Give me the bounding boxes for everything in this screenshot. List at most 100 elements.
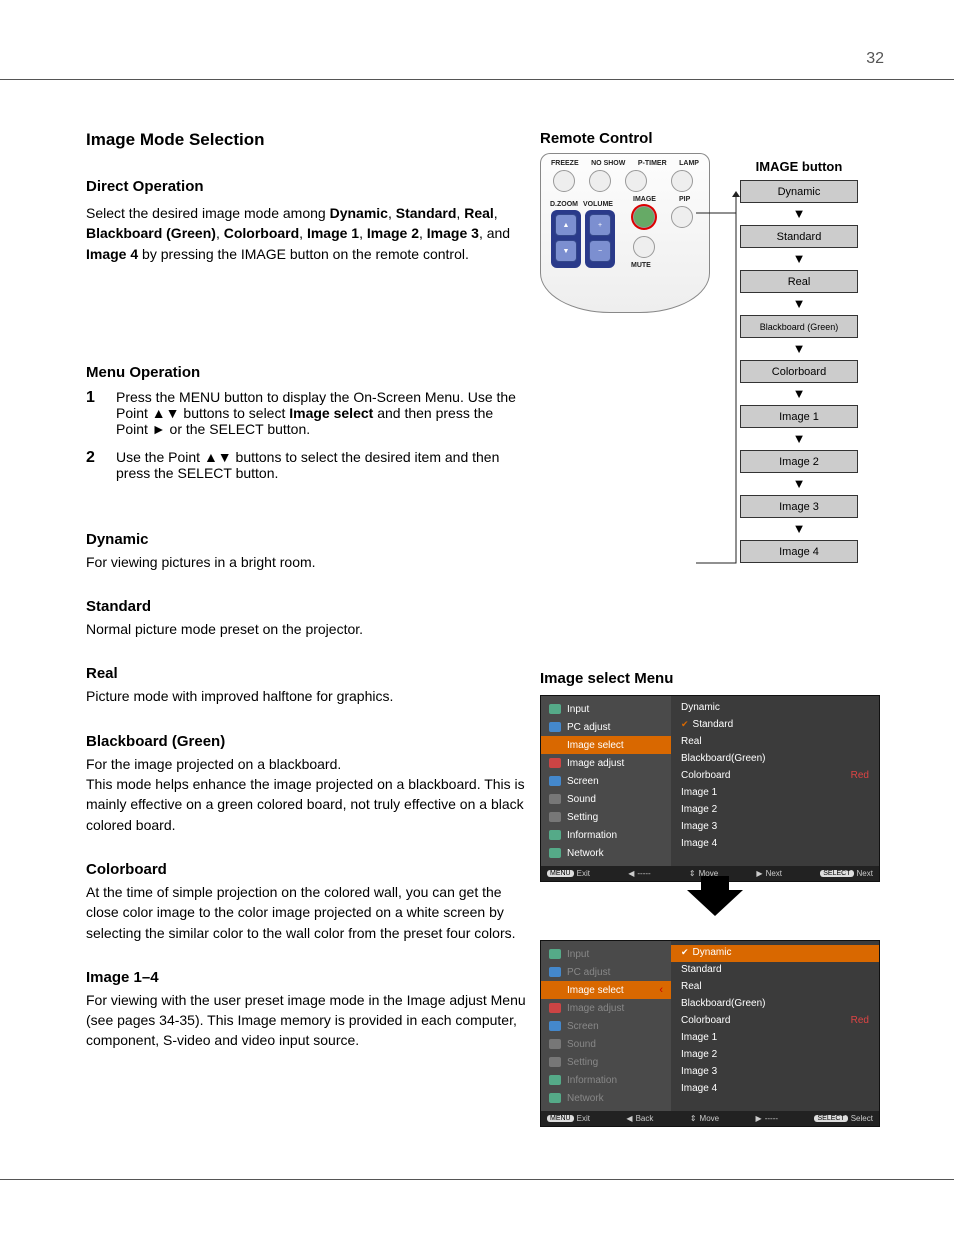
osd-item-setting[interactable]: Setting bbox=[541, 1053, 671, 1071]
osd-right-item[interactable]: ColorboardRed bbox=[671, 768, 879, 785]
osd-item-imageadjust[interactable]: Image adjust bbox=[541, 999, 671, 1017]
direct-operation-heading: Direct Operation bbox=[86, 178, 526, 195]
osd-item-sound[interactable]: Sound bbox=[541, 790, 671, 808]
volume-label: VOLUME bbox=[583, 201, 613, 208]
flow-box: Image 4 bbox=[740, 540, 858, 563]
step-number: 2 bbox=[86, 449, 102, 467]
flow-box: Standard bbox=[740, 225, 858, 248]
osd-right-item[interactable]: Blackboard(Green) bbox=[671, 996, 879, 1013]
osd-right-item[interactable]: Blackboard(Green) bbox=[671, 751, 879, 768]
osd-right-item[interactable]: Real bbox=[671, 979, 879, 996]
mode-blackboard-title: Blackboard (Green) bbox=[86, 733, 526, 750]
osd-item-pcadjust[interactable]: PC adjust bbox=[541, 963, 671, 981]
flow-box: Image 1 bbox=[740, 405, 858, 428]
osd-right-item[interactable]: Image 4 bbox=[671, 1081, 879, 1098]
mode-colorboard-title: Colorboard bbox=[86, 861, 526, 878]
osd-right-item[interactable]: Image 3 bbox=[671, 819, 879, 836]
osd-right-item[interactable]: Real bbox=[671, 734, 879, 751]
volume-up-button[interactable]: + bbox=[589, 214, 611, 236]
osd-right-item[interactable]: Image 3 bbox=[671, 1064, 879, 1081]
section-title: Image Mode Selection bbox=[86, 130, 526, 150]
step-1: 1 Press the MENU button to display the O… bbox=[86, 389, 526, 437]
noshow-label: NO SHOW bbox=[591, 160, 625, 167]
menu-operation-heading: Menu Operation bbox=[86, 364, 526, 381]
osd-item-screen[interactable]: Screen bbox=[541, 772, 671, 790]
osd-item-network[interactable]: Network bbox=[541, 1089, 671, 1107]
osd-item-sound[interactable]: Sound bbox=[541, 1035, 671, 1053]
pip-label: PIP bbox=[679, 196, 690, 203]
osd-right-item[interactable]: Standard bbox=[671, 962, 879, 979]
osd-item-imageselect[interactable]: Image select‹ bbox=[541, 981, 671, 999]
osd-item-imageselect[interactable]: Image select› bbox=[541, 736, 671, 754]
osd-item-pcadjust[interactable]: PC adjust bbox=[541, 718, 671, 736]
osd-right-item[interactable]: ColorboardRed bbox=[671, 1013, 879, 1030]
osd-right-item[interactable]: Image 1 bbox=[671, 1030, 879, 1047]
mute-label: MUTE bbox=[631, 262, 651, 269]
step-number: 1 bbox=[86, 389, 102, 407]
osd-item-information[interactable]: Information bbox=[541, 1071, 671, 1089]
flow-box: Blackboard (Green) bbox=[740, 315, 858, 338]
dzoom-label: D.ZOOM bbox=[550, 201, 578, 208]
osd-item-network[interactable]: Network bbox=[541, 844, 671, 862]
osd-item-screen[interactable]: Screen bbox=[541, 1017, 671, 1035]
mode-real-title: Real bbox=[86, 665, 526, 682]
flow-box: Image 3 bbox=[740, 495, 858, 518]
remote-control-title: Remote Control bbox=[540, 130, 890, 147]
osd-right-item[interactable]: Image 1 bbox=[671, 785, 879, 802]
mode-image14-title: Image 1–4 bbox=[86, 969, 526, 986]
mode-image14-body: For viewing with the user preset image m… bbox=[86, 990, 526, 1051]
mute-button[interactable] bbox=[633, 236, 655, 258]
osd-right-item[interactable]: Dynamic bbox=[671, 700, 879, 717]
flow-arrow-icon: ▼ bbox=[793, 432, 806, 446]
osd-right-item[interactable]: Dynamic bbox=[671, 945, 879, 962]
step-2: 2 Use the Point ▲▼ buttons to select the… bbox=[86, 449, 526, 481]
image-label: IMAGE bbox=[633, 196, 656, 203]
flow-arrow-icon: ▼ bbox=[793, 342, 806, 356]
flow-box: Real bbox=[740, 270, 858, 293]
volume-down-button[interactable]: − bbox=[589, 240, 611, 262]
mode-real-body: Picture mode with improved halftone for … bbox=[86, 686, 526, 706]
osd-item-setting[interactable]: Setting bbox=[541, 808, 671, 826]
osd-right-item[interactable]: Image 2 bbox=[671, 802, 879, 819]
dzoom-up-button[interactable]: ▲ bbox=[555, 214, 577, 236]
dzoom-down-button[interactable]: ▼ bbox=[555, 240, 577, 262]
osd-menu-2: Input PC adjust Image select‹ Image adju… bbox=[540, 940, 880, 1127]
osd-right-item[interactable]: Image 2 bbox=[671, 1047, 879, 1064]
pip-button[interactable] bbox=[671, 206, 693, 228]
osd-footer: MENUExit ◀ Back ⇕ Move ▶ ----- SELECT Se… bbox=[541, 1111, 879, 1126]
flow-arrow-icon: ▼ bbox=[793, 252, 806, 266]
ptimer-button[interactable] bbox=[625, 170, 647, 192]
freeze-button[interactable] bbox=[553, 170, 575, 192]
flow-box: Image 2 bbox=[740, 450, 858, 473]
mode-standard-body: Normal picture mode preset on the projec… bbox=[86, 619, 526, 639]
flow-arrow-icon: ▼ bbox=[793, 522, 806, 536]
header-rule bbox=[0, 79, 954, 81]
noshow-button[interactable] bbox=[589, 170, 611, 192]
mode-standard-title: Standard bbox=[86, 598, 526, 615]
mode-colorboard-body: At the time of simple projection on the … bbox=[86, 882, 526, 943]
flow-arrow-icon: ▼ bbox=[793, 207, 806, 221]
page-number: 32 bbox=[866, 50, 884, 68]
flow-arrow-icon: ▼ bbox=[793, 387, 806, 401]
direct-operation-body: Select the desired image mode among Dyna… bbox=[86, 203, 526, 264]
mode-dynamic-title: Dynamic bbox=[86, 531, 526, 548]
image-button-caption: IMAGE button bbox=[756, 159, 843, 174]
flow-arrow-icon: ▼ bbox=[793, 297, 806, 311]
image-button[interactable] bbox=[633, 206, 655, 228]
footer-rule bbox=[0, 1179, 954, 1180]
flow-arrow-icon: ▼ bbox=[793, 477, 806, 491]
osd-menu-1: Input PC adjust Image select› Image adju… bbox=[540, 695, 880, 882]
osd-right-item[interactable]: Image 4 bbox=[671, 836, 879, 853]
flow-connector bbox=[696, 153, 740, 583]
osd-item-information[interactable]: Information bbox=[541, 826, 671, 844]
lamp-button[interactable] bbox=[671, 170, 693, 192]
flow-box: Dynamic bbox=[740, 180, 858, 203]
osd-item-imageadjust[interactable]: Image adjust bbox=[541, 754, 671, 772]
osd-right-item[interactable]: Standard bbox=[671, 717, 879, 734]
down-arrow-icon bbox=[687, 890, 743, 916]
osd-item-input[interactable]: Input bbox=[541, 945, 671, 963]
osd-item-input[interactable]: Input bbox=[541, 700, 671, 718]
remote-illustration: FREEZE NO SHOW P-TIMER LAMP IMAGE PIP D.… bbox=[540, 153, 725, 313]
mode-dynamic-body: For viewing pictures in a bright room. bbox=[86, 552, 526, 572]
osd-title: Image select Menu bbox=[540, 670, 890, 687]
